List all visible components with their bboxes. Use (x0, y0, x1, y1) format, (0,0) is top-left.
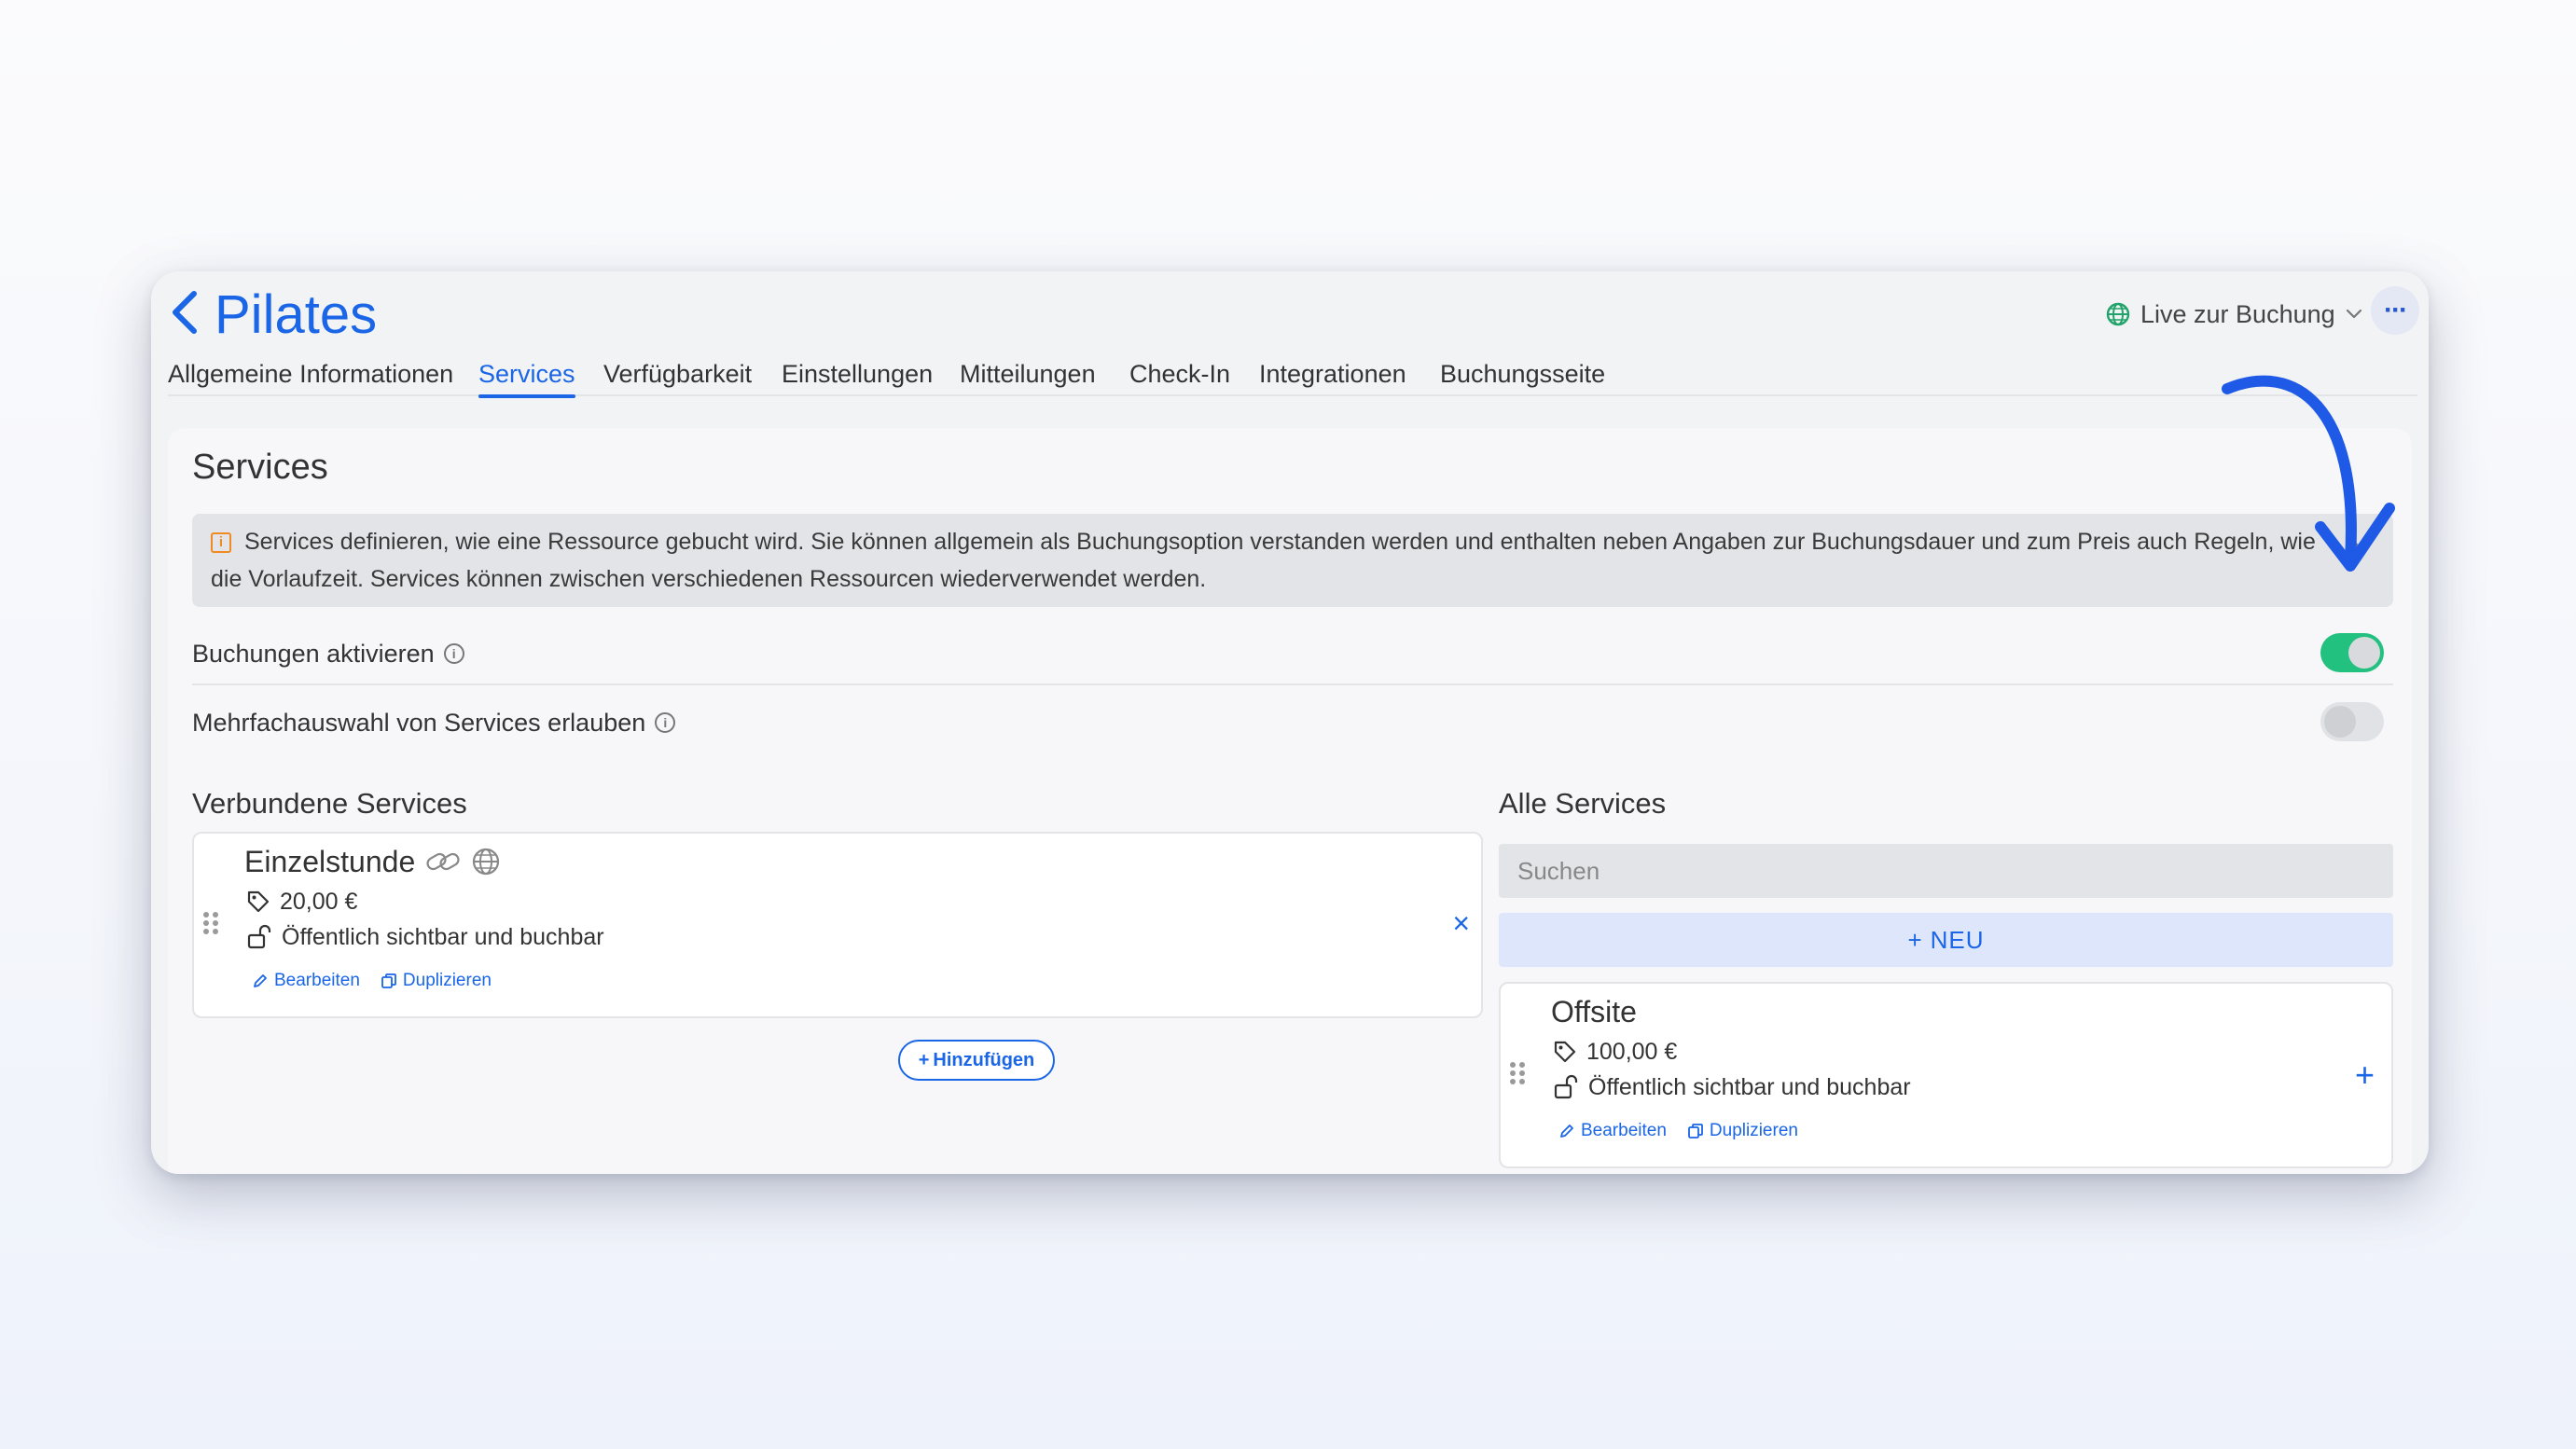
service-name-text: Offsite (1551, 995, 1637, 1028)
more-icon: ··· (2384, 295, 2408, 325)
service-visibility: Öffentlich sichtbar und buchbar (1553, 1071, 1911, 1103)
setting-label-text: Mehrfachauswahl von Services erlauben (192, 709, 646, 737)
new-service-button[interactable]: + NEU (1499, 913, 2393, 967)
tab-check-in[interactable]: Check-In (1129, 353, 1230, 394)
connected-services-title: Verbundene Services (192, 787, 467, 820)
tab-integrationen[interactable]: Integrationen (1259, 353, 1406, 394)
setting-label: Mehrfachauswahl von Services erlauben i (192, 704, 676, 741)
tab-buchungsseite[interactable]: Buchungsseite (1440, 353, 1605, 394)
tag-icon (247, 890, 270, 913)
tab-allgemeine-informationen[interactable]: Allgemeine Informationen (168, 353, 453, 394)
plus-icon: + (1907, 925, 1923, 954)
drag-handle-icon[interactable] (1510, 1062, 1525, 1084)
service-name: Offsite (1551, 993, 1637, 1030)
service-visibility-text: Öffentlich sichtbar und buchbar (1588, 1074, 1911, 1100)
service-visibility: Öffentlich sichtbar und buchbar (246, 921, 604, 953)
edit-label: Bearbeiten (1581, 1121, 1667, 1140)
info-circle-icon[interactable]: i (443, 643, 464, 664)
copy-icon (1688, 1124, 1703, 1138)
connected-service-card: Einzelstunde 20,00 € Öffentlich sichtbar… (192, 832, 1483, 1018)
remove-service-close-icon[interactable]: × (1452, 906, 1470, 940)
edit-link[interactable]: Bearbeiten (252, 968, 360, 994)
info-text: Services definieren, wie eine Ressource … (211, 529, 2316, 592)
pencil-icon (1560, 1125, 1573, 1138)
link-icon (426, 852, 460, 871)
app-window: Pilates Live zur Buchung ··· Allgemeine … (151, 271, 2429, 1174)
info-circle-icon[interactable]: i (655, 712, 676, 733)
info-close-icon[interactable]: × (2351, 527, 2365, 564)
divider (192, 683, 2393, 685)
service-actions: Bearbeiten Duplizieren (1558, 1118, 1798, 1144)
setting-row-buchungen: Buchungen aktivieren i (192, 620, 2393, 685)
add-service-label: Hinzufügen (933, 1049, 1035, 1070)
service-price-text: 100,00 € (1586, 1039, 1678, 1065)
unlock-icon (247, 924, 271, 949)
drag-handle-icon[interactable] (203, 912, 218, 934)
service-price-text: 20,00 € (280, 889, 358, 915)
tab-services[interactable]: Services (478, 353, 575, 398)
service-visibility-text: Öffentlich sichtbar und buchbar (282, 924, 604, 950)
all-services-title: Alle Services (1499, 787, 1667, 820)
service-price: 20,00 € (246, 886, 357, 918)
more-options-button[interactable]: ··· (2371, 286, 2419, 335)
new-service-label: NEU (1930, 925, 1985, 954)
setting-label-text: Buchungen aktivieren (192, 640, 435, 668)
setting-row-mehrfachauswahl: Mehrfachauswahl von Services erlauben i (192, 689, 2393, 754)
service-price: 100,00 € (1553, 1036, 1677, 1068)
services-panel: Services i Services definieren, wie eine… (168, 428, 2412, 1174)
tag-icon (1554, 1041, 1576, 1063)
copy-icon (381, 973, 396, 988)
duplicate-link[interactable]: Duplizieren (381, 968, 492, 994)
plus-icon: + (918, 1049, 930, 1070)
duplicate-label: Duplizieren (1709, 1121, 1798, 1140)
page-title: Pilates (215, 284, 378, 345)
bookings-toggle[interactable] (2320, 633, 2384, 672)
chevron-down-icon (2346, 309, 2361, 319)
toggle-knob (2348, 637, 2380, 669)
setting-label: Buchungen aktivieren i (192, 635, 464, 672)
live-status-label: Live zur Buchung (2140, 300, 2335, 328)
tab-mitteilungen[interactable]: Mitteilungen (960, 353, 1096, 394)
unlock-icon (1554, 1074, 1578, 1099)
tab-bar: Allgemeine Informationen Services Verfüg… (168, 353, 2417, 398)
live-status-dropdown[interactable]: Live zur Buchung (2105, 296, 2363, 333)
tab-einstellungen[interactable]: Einstellungen (782, 353, 933, 394)
info-box: i Services definieren, wie eine Ressourc… (192, 514, 2393, 607)
duplicate-link[interactable]: Duplizieren (1687, 1118, 1798, 1144)
available-service-card: Offsite 100,00 € Öffentlich sichtbar und… (1499, 982, 2393, 1168)
tab-verfuegbarkeit[interactable]: Verfügbarkeit (603, 353, 752, 394)
back-chevron-icon[interactable] (166, 286, 203, 338)
section-title: Services (192, 448, 328, 487)
duplicate-label: Duplizieren (402, 971, 492, 990)
service-name: Einzelstunde (244, 843, 501, 880)
search-input[interactable] (1499, 844, 2393, 898)
multi-select-toggle[interactable] (2320, 702, 2384, 741)
add-service-button[interactable]: + Hinzufügen (898, 1040, 1055, 1081)
edit-label: Bearbeiten (274, 971, 360, 990)
service-actions: Bearbeiten Duplizieren (252, 968, 492, 994)
globe-icon (2106, 302, 2130, 326)
toggle-knob (2324, 706, 2356, 738)
add-to-connected-plus-icon[interactable]: + (2355, 1058, 2375, 1092)
edit-link[interactable]: Bearbeiten (1558, 1118, 1667, 1144)
pencil-icon (254, 974, 267, 987)
service-name-text: Einzelstunde (244, 845, 416, 878)
globe-icon (473, 848, 500, 876)
